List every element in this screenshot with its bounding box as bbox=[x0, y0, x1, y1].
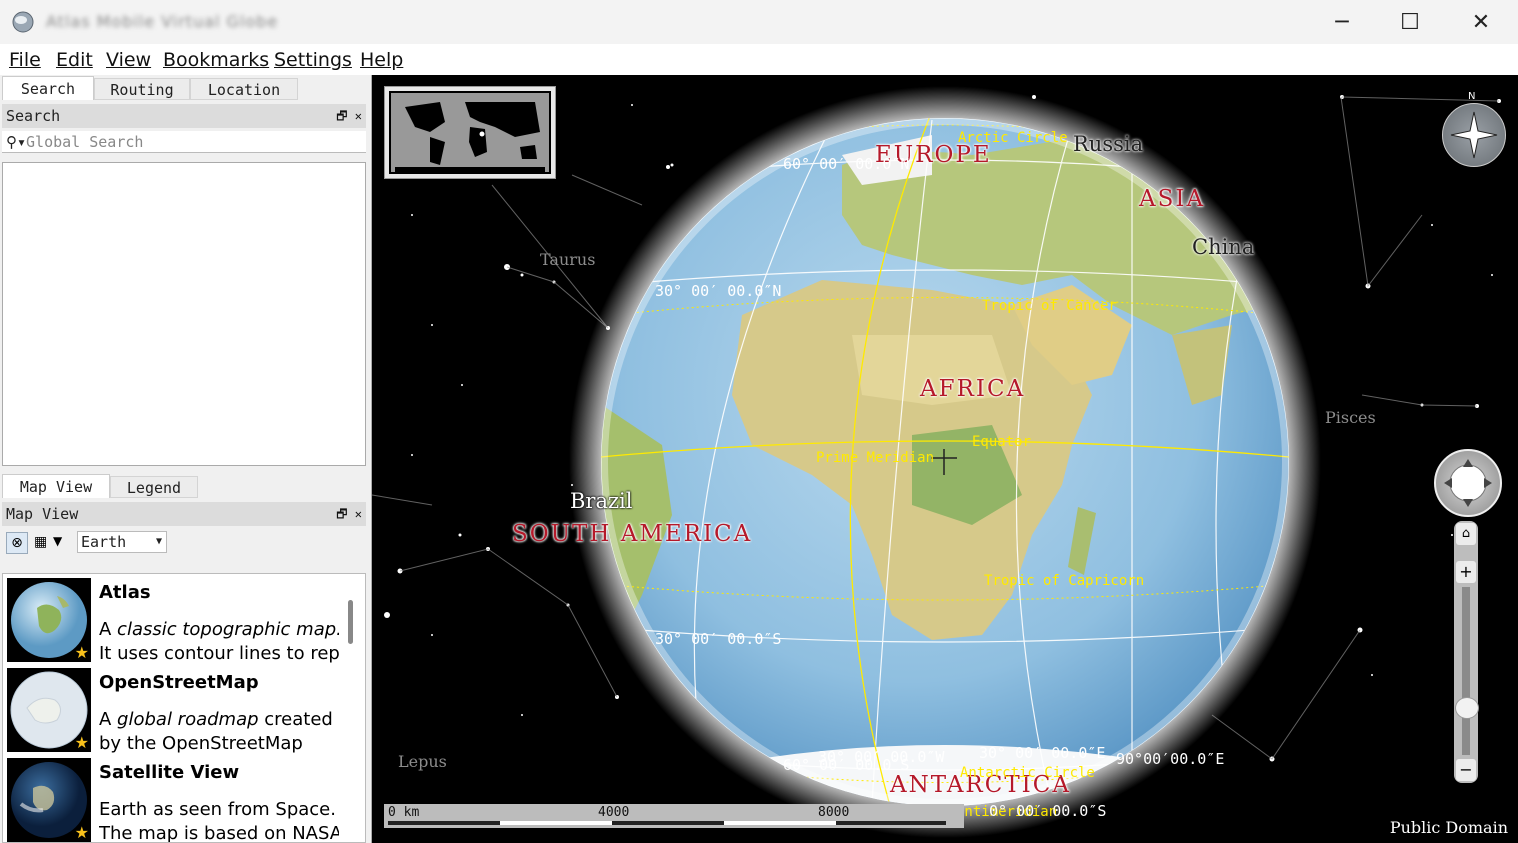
label-lon-30w: 30° 00′ 00.0″W bbox=[818, 748, 945, 766]
label-asia: ASIA bbox=[1139, 186, 1206, 212]
compass-icon bbox=[1450, 111, 1498, 159]
label-equator: Equator bbox=[972, 434, 1032, 450]
map-title: Atlas bbox=[99, 582, 151, 603]
chevron-down-icon: ▼ bbox=[155, 536, 162, 547]
menu-bar: File Edit View Bookmarks Settings Help bbox=[0, 44, 1518, 75]
close-icon: ✕ bbox=[1471, 9, 1491, 35]
dock-float-close-icons[interactable]: 🗗 ✕ bbox=[336, 104, 362, 128]
list-scrollbar[interactable] bbox=[348, 600, 353, 644]
label-lon-0s: 0° 00′ 00.0″S bbox=[989, 802, 1107, 820]
scale-bar: 0 km 4000 8000 bbox=[384, 804, 964, 828]
menu-file[interactable]: File bbox=[9, 49, 41, 71]
label-lat-60n: 60° 00′ 00.0″N bbox=[783, 155, 910, 173]
label-pisces: Pisces bbox=[1325, 408, 1376, 427]
label-lat-30n: 30° 00′ 00.0″N bbox=[655, 282, 782, 300]
menu-help[interactable]: Help bbox=[360, 49, 403, 71]
label-south-america: SOUTH AMERICA bbox=[512, 521, 753, 547]
map-credit: Public Domain bbox=[1389, 818, 1508, 837]
compass-rose[interactable] bbox=[1442, 103, 1506, 167]
label-lepus: Lepus bbox=[398, 752, 447, 771]
dock-float-close-icons[interactable]: 🗗 ✕ bbox=[336, 502, 362, 526]
minimize-icon: ─ bbox=[1335, 9, 1349, 35]
map-theme-list[interactable]: ★ Atlas A classic topographic map. It use… bbox=[2, 573, 366, 843]
label-china: China bbox=[1192, 235, 1255, 259]
zoom-control: ⌂ + − bbox=[1454, 521, 1479, 783]
search-results-list[interactable] bbox=[2, 162, 366, 466]
label-russia: Russia bbox=[1073, 132, 1144, 156]
star-icon: ★ bbox=[74, 823, 89, 842]
home-button[interactable]: ⌂ bbox=[1456, 523, 1476, 545]
globe-map-view[interactable]: N ⌂ + − EUROPE ASIA AFRICA SOUTH AMERICA… bbox=[372, 75, 1518, 843]
scale-label-0: 0 km bbox=[388, 805, 420, 820]
maximize-button[interactable]: ☐ bbox=[1376, 0, 1444, 44]
label-africa: AFRICA bbox=[920, 376, 1026, 402]
search-placeholder: Global Search bbox=[26, 133, 144, 151]
scale-label-4000: 4000 bbox=[598, 805, 630, 820]
zoom-track[interactable] bbox=[1462, 587, 1470, 755]
label-prime-meridian: Prime Meridian bbox=[816, 450, 935, 466]
maximize-icon: ☐ bbox=[1400, 9, 1420, 35]
mapview-dock-label: Map View bbox=[6, 505, 79, 523]
zoom-in-button[interactable]: + bbox=[1456, 561, 1476, 583]
map-title: Satellite View bbox=[99, 762, 240, 783]
scale-ruler bbox=[388, 821, 946, 825]
star-field bbox=[372, 86, 1501, 838]
star-icon: ★ bbox=[74, 733, 89, 752]
pan-control[interactable] bbox=[1434, 449, 1502, 517]
mapview-toolbar: ⊗ ▦ ▼ bbox=[2, 530, 366, 558]
satellite-thumbnail: ★ bbox=[7, 758, 91, 842]
label-tropic-cancer: Tropic of Cancer bbox=[982, 298, 1117, 314]
search-dock-title: Search 🗗 ✕ bbox=[2, 104, 366, 128]
title-bar: Atlas Mobile Virtual Globe ─ ☐ ✕ bbox=[0, 0, 1518, 44]
tab-search[interactable]: Search bbox=[2, 76, 94, 100]
list-item-atlas[interactable]: ★ Atlas A classic topographic map. It use… bbox=[5, 576, 341, 664]
search-input[interactable]: ⚲▾Global Search bbox=[2, 131, 366, 153]
tab-routing[interactable]: Routing bbox=[94, 78, 190, 100]
globe-projection-icon[interactable]: ⊗ bbox=[6, 532, 28, 554]
mapview-dock-title: Map View 🗗 ✕ bbox=[2, 502, 366, 526]
map-description: A classic topographic map. It uses contou… bbox=[99, 619, 339, 664]
star-icon: ★ bbox=[74, 643, 89, 662]
menu-settings[interactable]: Settings bbox=[274, 49, 352, 71]
tab-map-view[interactable]: Map View bbox=[2, 474, 110, 498]
overview-map[interactable] bbox=[384, 86, 556, 179]
osm-thumbnail: ★ bbox=[7, 668, 91, 752]
zoom-slider-handle[interactable] bbox=[1455, 697, 1479, 719]
pan-arrows-icon bbox=[1444, 459, 1492, 507]
label-antarctic-circle: Antarctic Circle bbox=[960, 765, 1095, 781]
tab-location[interactable]: Location bbox=[190, 78, 298, 100]
menu-edit[interactable]: Edit bbox=[56, 49, 93, 71]
list-item-satellite[interactable]: ★ Satellite View Earth as seen from Spac… bbox=[5, 756, 341, 843]
list-item-openstreetmap[interactable]: ★ OpenStreetMap A global roadmap created… bbox=[5, 666, 341, 754]
label-taurus: Taurus bbox=[540, 250, 596, 269]
binoculars-icon[interactable]: ⚲▾ bbox=[6, 133, 26, 151]
planet-select[interactable]: Earth ▼ bbox=[77, 531, 167, 553]
north-label-icon: N bbox=[1468, 91, 1476, 102]
zoom-out-button[interactable]: − bbox=[1456, 759, 1476, 781]
planet-select-value: Earth bbox=[81, 533, 127, 551]
close-button[interactable]: ✕ bbox=[1447, 0, 1515, 44]
minimize-button[interactable]: ─ bbox=[1308, 0, 1376, 44]
label-brazil: Brazil bbox=[570, 489, 633, 513]
label-arctic-circle: Arctic Circle bbox=[958, 130, 1068, 146]
window-title: Atlas Mobile Virtual Globe bbox=[46, 12, 279, 31]
map-title: OpenStreetMap bbox=[99, 672, 259, 693]
app-globe-icon bbox=[12, 11, 34, 33]
menu-bookmarks[interactable]: Bookmarks bbox=[163, 49, 269, 71]
tab-legend[interactable]: Legend bbox=[110, 476, 198, 498]
label-lon-30e: 30° 00′ 00.0″E bbox=[979, 744, 1106, 762]
label-lon-90e: 90°00′00.0″E bbox=[1116, 750, 1225, 768]
label-tropic-capricorn: Tropic of Capricorn bbox=[984, 573, 1145, 589]
map-description: Earth as seen from Space. The map is base… bbox=[99, 799, 339, 843]
atlas-thumbnail: ★ bbox=[7, 578, 91, 662]
scale-label-8000: 8000 bbox=[818, 805, 850, 820]
map-description: A global roadmap created by the OpenStree… bbox=[99, 709, 333, 754]
grid-view-icon[interactable]: ▦ bbox=[34, 534, 47, 550]
world-overview-icon bbox=[389, 91, 551, 174]
label-lat-30s: 30° 00′ 00.0″S bbox=[655, 630, 782, 648]
chevron-down-icon[interactable]: ▼ bbox=[53, 534, 62, 548]
search-dock-label: Search bbox=[6, 107, 61, 125]
menu-view[interactable]: View bbox=[106, 49, 151, 71]
